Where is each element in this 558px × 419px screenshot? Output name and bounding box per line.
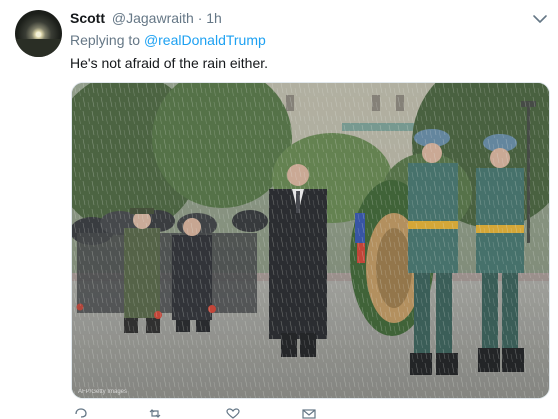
replying-to: Replying to @realDonaldTrump — [70, 31, 266, 49]
tweet-text: He's not afraid of the rain either. — [70, 55, 269, 71]
photo-credit: AFP/Getty Images — [78, 389, 128, 395]
tweet[interactable]: Scott @Jagawraith · 1h Replying to @real… — [0, 0, 558, 419]
chevron-down-icon[interactable] — [531, 10, 549, 28]
tweet-photo[interactable]: AFP/Getty Images — [71, 82, 550, 399]
tweet-header: Scott @Jagawraith · 1h — [70, 9, 222, 27]
retweet-icon[interactable] — [148, 408, 162, 419]
direct-message-icon[interactable] — [302, 408, 316, 419]
header-separator: · — [197, 10, 203, 26]
reply-icon[interactable] — [74, 408, 88, 419]
like-icon[interactable] — [226, 408, 240, 419]
avatar[interactable] — [15, 10, 62, 57]
replying-to-label: Replying to — [70, 32, 141, 48]
replying-to-mention[interactable]: @realDonaldTrump — [144, 32, 266, 48]
rain-ceremony-photo — [72, 83, 549, 398]
display-name[interactable]: Scott — [70, 10, 105, 26]
tweet-actions — [70, 408, 370, 419]
timestamp[interactable]: 1h — [206, 10, 222, 26]
avatar-horizon — [15, 39, 62, 57]
user-handle[interactable]: @Jagawraith — [112, 10, 194, 26]
